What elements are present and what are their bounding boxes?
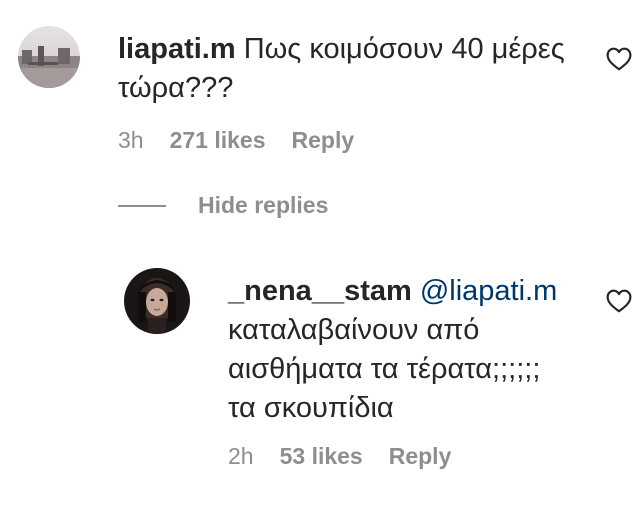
reply-text-line2: αισθήματα τα τέρατα;;;;;; [228,353,541,385]
reply-username[interactable]: _nena__stam [228,275,412,307]
comment-time[interactable]: 3h [118,127,144,154]
avatar[interactable] [18,26,80,88]
reply-likes[interactable]: 53 likes [280,443,363,470]
reply-text-line3: τα σκουπίδια [228,392,394,424]
heart-outline-icon[interactable] [606,47,632,71]
comment-username[interactable]: liapati.m [118,33,236,65]
reply-avatar[interactable] [124,268,190,334]
comment-reply-button[interactable]: Reply [292,127,355,154]
comment-text-line1: Πως κοιμόσουν 40 μέρες [243,33,565,65]
comment-text-line2: τώρα??? [118,72,234,104]
comment-body: liapati.m Πως κοιμόσουν 40 μέρες τώρα??? [118,30,598,108]
hide-replies-label: Hide replies [198,192,329,218]
comment-likes[interactable]: 271 likes [170,127,266,154]
reply-text-line1: καταλαβαίνουν από [228,314,480,346]
reply-time[interactable]: 2h [228,443,254,470]
divider-line [118,204,166,207]
reply-meta: 2h 53 likes Reply [228,443,451,470]
reply-reply-button[interactable]: Reply [389,443,452,470]
hide-replies-button[interactable]: Hide replies [118,192,328,219]
comment-meta: 3h 271 likes Reply [118,127,354,154]
reply-body: _nena__stam @liapati.m καταλαβαίνουν από… [228,272,608,428]
reply-mention[interactable]: @liapati.m [420,275,557,307]
heart-outline-icon[interactable] [606,289,632,313]
